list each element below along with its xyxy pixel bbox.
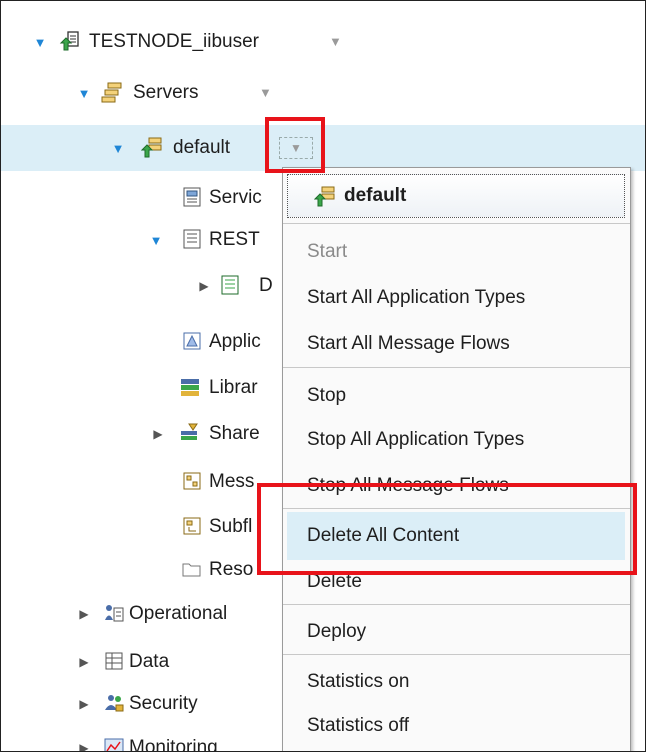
servers-icon bbox=[101, 82, 122, 103]
subflows-label: Subfl bbox=[209, 516, 253, 537]
shared-label: Share bbox=[209, 423, 260, 444]
security-label: Security bbox=[129, 693, 198, 714]
menu-separator bbox=[283, 367, 630, 368]
expand-arrow-icon[interactable]: ▼ bbox=[111, 125, 125, 171]
libraries-icon bbox=[181, 379, 199, 396]
menu-item-stop-all-app-types[interactable]: Stop All Application Types bbox=[283, 416, 630, 464]
shared-libraries-icon bbox=[181, 423, 198, 440]
menu-item-statistics-on[interactable]: Statistics on bbox=[283, 658, 630, 706]
monitoring-icon bbox=[104, 738, 124, 751]
rest-label: REST bbox=[209, 229, 260, 250]
collapse-arrow-icon[interactable]: ▶ bbox=[77, 725, 91, 751]
menu-separator bbox=[283, 604, 630, 605]
collapse-arrow-icon[interactable]: ▶ bbox=[77, 639, 91, 685]
collapse-arrow-icon[interactable]: ▶ bbox=[151, 411, 165, 457]
integration-server-icon bbox=[314, 186, 335, 207]
navigator-tree: ▼ TESTNODE_iibuser ▼ ▼ Servers ▼ ▼ defau… bbox=[0, 0, 646, 752]
monitoring-label: Monitoring bbox=[129, 737, 218, 752]
menu-item-deploy[interactable]: Deploy bbox=[283, 608, 630, 656]
chevron-down-icon[interactable]: ▼ bbox=[329, 19, 342, 65]
annotation-highlight-delete-all bbox=[257, 483, 637, 575]
tree-row-node[interactable]: ▼ TESTNODE_iibuser ▼ bbox=[1, 19, 645, 65]
context-menu: default Start Start All Application Type… bbox=[282, 167, 631, 751]
data-label: Data bbox=[129, 651, 170, 672]
rest-child-label: D bbox=[259, 275, 273, 296]
services-icon bbox=[183, 187, 201, 207]
services-label: Servic bbox=[209, 187, 262, 208]
expand-arrow-icon[interactable]: ▼ bbox=[77, 70, 91, 116]
expand-arrow-icon[interactable]: ▼ bbox=[149, 217, 163, 263]
libraries-label: Librar bbox=[209, 377, 258, 398]
tree-row-servers[interactable]: ▼ Servers ▼ bbox=[1, 70, 645, 116]
integration-server-icon bbox=[141, 137, 162, 158]
menu-item-start[interactable]: Start bbox=[283, 228, 630, 276]
data-icon bbox=[105, 652, 123, 670]
applications-label: Applic bbox=[209, 331, 261, 352]
security-icon bbox=[105, 695, 124, 712]
menu-item-stop[interactable]: Stop bbox=[283, 372, 630, 420]
chevron-down-icon[interactable]: ▼ bbox=[259, 70, 272, 116]
resources-label: Reso bbox=[209, 559, 254, 580]
message-flows-label: Mess bbox=[209, 471, 255, 492]
expand-arrow-icon[interactable]: ▼ bbox=[33, 19, 47, 65]
menu-item-start-all-flows[interactable]: Start All Message Flows bbox=[283, 320, 630, 368]
default-server-label: default bbox=[173, 137, 231, 158]
menu-header: default bbox=[287, 174, 625, 218]
servers-label: Servers bbox=[133, 82, 199, 103]
menu-item-start-all-app-types[interactable]: Start All Application Types bbox=[283, 274, 630, 322]
integration-node-icon bbox=[59, 31, 79, 51]
message-flows-icon bbox=[183, 472, 201, 490]
menu-separator bbox=[283, 223, 630, 224]
collapse-arrow-icon[interactable]: ▶ bbox=[77, 591, 91, 637]
menu-separator bbox=[283, 654, 630, 655]
node-label: TESTNODE_iibuser bbox=[89, 31, 259, 52]
rest-definition-icon bbox=[221, 275, 239, 295]
subflows-icon bbox=[183, 517, 201, 535]
menu-header-label: default bbox=[344, 185, 407, 206]
collapse-arrow-icon[interactable]: ▶ bbox=[197, 263, 211, 309]
annotation-highlight-dropdown bbox=[265, 117, 325, 173]
collapse-arrow-icon[interactable]: ▶ bbox=[77, 681, 91, 727]
applications-icon bbox=[183, 332, 201, 350]
operational-label: Operational bbox=[129, 603, 228, 624]
operational-policy-icon bbox=[105, 605, 124, 622]
folder-icon bbox=[182, 563, 201, 577]
rest-api-icon bbox=[183, 229, 201, 249]
menu-item-statistics-off[interactable]: Statistics off bbox=[283, 702, 630, 750]
